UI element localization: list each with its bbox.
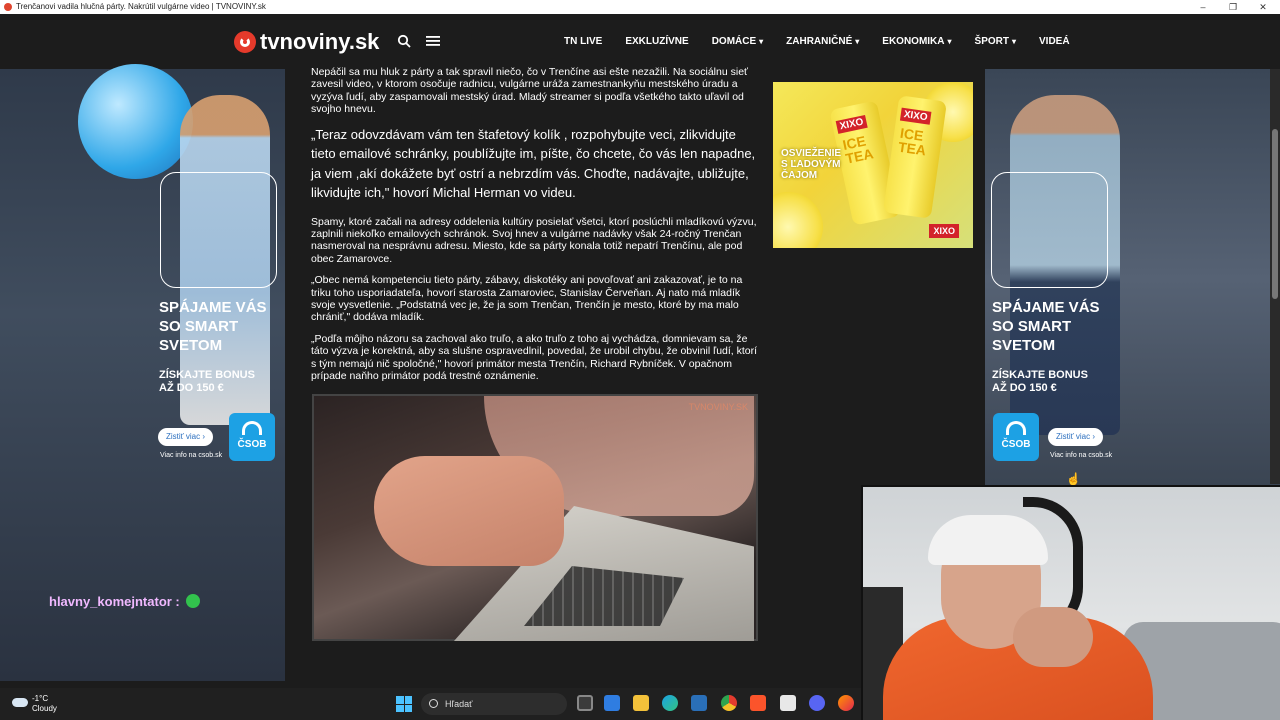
streamer-webcam-overlay: [861, 485, 1280, 720]
scrollbar-thumb[interactable]: [1272, 129, 1278, 299]
promo-headline: SVETOM: [159, 337, 223, 354]
webcam-hand: [1013, 607, 1093, 667]
logo-mark-icon: [234, 31, 256, 53]
phone-frame-outline: [991, 172, 1108, 288]
video-frame-hand: [374, 456, 564, 566]
task-view-icon[interactable]: [577, 695, 593, 711]
window-titlebar: Trenčanovi vadila hlučná párty. Nakrútil…: [0, 0, 1280, 14]
notepad-icon[interactable]: [780, 695, 796, 711]
promo-headline: SO SMART: [992, 318, 1072, 335]
chat-username: hlavny_komejntator :: [49, 594, 180, 609]
promo-info-text: Viac info na csob.sk: [160, 452, 223, 459]
promo-bonus: AŽ DO 150 €: [159, 382, 224, 394]
search-icon: [429, 699, 438, 708]
site-navbar: tvnoviny.sk TN LIVE EXKLUZÍVNE DOMÁCE ▾ Z…: [0, 14, 1280, 69]
tea-can-image: XIXO ICE TEA: [883, 95, 947, 219]
nav-item-zahranicne[interactable]: ZAHRANIČNÉ ▾: [786, 36, 859, 47]
csob-logo[interactable]: ČSOB: [993, 413, 1039, 461]
site-favicon-icon: [4, 3, 12, 11]
nav-item-domace[interactable]: DOMÁCE ▾: [712, 36, 763, 47]
nav-item-videa[interactable]: VIDEÁ: [1039, 36, 1070, 47]
store-icon[interactable]: [604, 695, 620, 711]
page-scrollbar[interactable]: [1270, 69, 1280, 484]
logo-text: tvnoviny.sk: [260, 29, 380, 54]
xixo-ad-banner[interactable]: XIXO ICE TEA XIXO ICE TEA OSVIEŽENIE S ĽAD…: [773, 82, 973, 248]
article-body: Nepáčil sa mu hluk z párty a tak spravil…: [311, 66, 761, 392]
ad-slogan: OSVIEŽENIE S ĽADOVÝM ČAJOM: [781, 148, 842, 181]
csob-logo[interactable]: ČSOB: [229, 413, 275, 461]
xixo-logo: XIXO: [929, 224, 959, 238]
zistit-viac-button[interactable]: Zistiť viac ›: [1048, 428, 1104, 446]
chevron-down-icon: ▾: [947, 37, 952, 46]
close-button[interactable]: ✕: [1248, 0, 1278, 14]
search-icon[interactable]: [396, 34, 412, 50]
promo-headline: SPÁJAME VÁS: [159, 299, 267, 316]
weather-temperature: -1°C: [32, 694, 49, 703]
restore-button[interactable]: ❐: [1218, 0, 1248, 14]
window-title: Trenčanovi vadila hlučná párty. Nakrútil…: [16, 2, 266, 11]
chrome-icon[interactable]: [721, 695, 737, 711]
hamburger-menu-icon[interactable]: [425, 34, 441, 50]
chat-message: hlavny_komejntator :: [49, 594, 200, 609]
promo-headline: SPÁJAME VÁS: [992, 299, 1100, 316]
file-explorer-icon[interactable]: [633, 695, 649, 711]
promo-headline: SO SMART: [159, 318, 239, 335]
discord-icon[interactable]: [809, 695, 825, 711]
windows-start-icon[interactable]: [396, 696, 412, 712]
nav-item-ekonomika[interactable]: EKONOMIKA ▾: [882, 36, 951, 47]
article-paragraph: „Obec nemá kompetenciu tieto párty, zába…: [311, 274, 743, 324]
promo-bonus: ZÍSKAJTE BONUS: [992, 369, 1088, 381]
article-paragraph: Nepáčil sa mu hluk z párty a tak spravil…: [311, 66, 748, 116]
promo-bonus: ZÍSKAJTE BONUS: [159, 369, 255, 381]
article-paragraph: Spamy, ktoré začali na adresy oddelenia …: [311, 215, 757, 265]
search-placeholder: Hľadať: [445, 699, 473, 709]
hand-cursor-icon: ☝: [1066, 472, 1081, 486]
brave-icon[interactable]: [750, 695, 766, 711]
nav-item-sport[interactable]: ŠPORT ▾: [975, 36, 1016, 47]
site-logo[interactable]: tvnoviny.sk: [234, 29, 380, 54]
emoji-icon: [185, 594, 200, 608]
main-menu: TN LIVE EXKLUZÍVNE DOMÁCE ▾ ZAHRANIČNÉ ▾ E…: [564, 36, 1093, 47]
chevron-down-icon: ▾: [759, 37, 764, 46]
promo-headline: SVETOM: [992, 337, 1056, 354]
weather-widget[interactable]: -1°C Cloudy: [12, 694, 57, 714]
chevron-down-icon: ▾: [1011, 37, 1016, 46]
nav-item-exkluzivne[interactable]: EXKLUZÍVNE: [625, 36, 688, 47]
article-quote: „Teraz odovzdávam vám ten štafetový kolí…: [311, 126, 756, 201]
nav-item-tn-live[interactable]: TN LIVE: [564, 36, 602, 47]
chevron-down-icon: ▾: [855, 37, 860, 46]
left-promo-text: SPÁJAME VÁS SO SMART SVETOM ZÍSKAJTE BON…: [159, 298, 267, 395]
lemon-decoration: [773, 192, 823, 248]
right-promo-text: SPÁJAME VÁS SO SMART SVETOM ZÍSKAJTE BON…: [992, 298, 1100, 395]
zistit-viac-button[interactable]: Zistiť viac ›: [158, 428, 214, 446]
weather-condition: Cloudy: [32, 704, 57, 713]
taskbar-search[interactable]: Hľadať: [421, 693, 567, 715]
video-watermark: TVNOVINY.SK: [688, 402, 748, 412]
promo-info-text: Viac info na csob.sk: [1050, 452, 1113, 459]
windows-taskbar: -1°C Cloudy Hľadať: [0, 688, 861, 720]
firefox-icon[interactable]: [838, 695, 854, 711]
bubble-decoration: [78, 64, 193, 179]
cloud-icon: [12, 698, 28, 707]
phone-frame-outline: [160, 172, 277, 288]
promo-bonus: AŽ DO 150 €: [992, 382, 1057, 394]
minimize-button[interactable]: –: [1188, 0, 1218, 14]
photos-icon[interactable]: [691, 695, 707, 711]
article-video-player[interactable]: TVNOVINY.SK: [312, 394, 758, 641]
article-paragraph: „Podľa môjho názoru sa zachoval ako truľ…: [311, 332, 758, 383]
edge-icon[interactable]: [662, 695, 678, 711]
